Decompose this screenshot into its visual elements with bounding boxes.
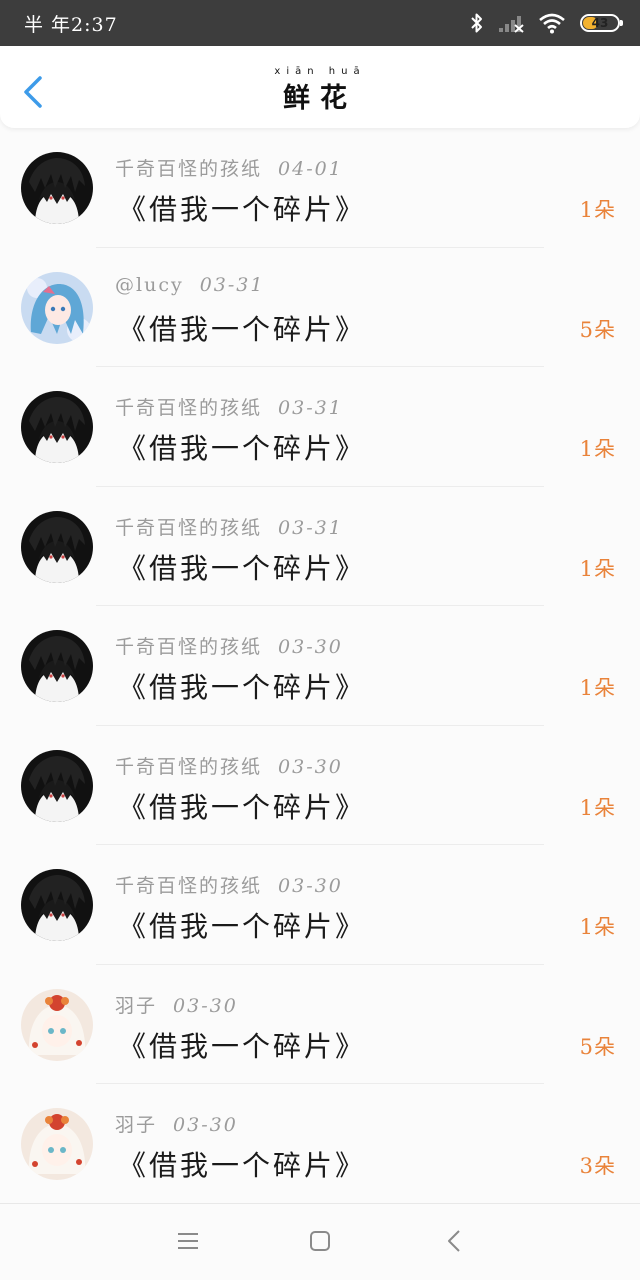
sender-line: 千奇百怪的孩纸 03-30: [115, 632, 343, 659]
dark-hair-avatar: [21, 391, 93, 463]
message-text: 《借我一个碎片》: [118, 193, 367, 226]
app-header: xiān huā 鲜花: [0, 46, 640, 128]
flower-count: 1朵: [579, 437, 616, 461]
status-icons: 43: [470, 10, 623, 36]
sender-date: 04-01: [278, 158, 343, 180]
menu-button[interactable]: [173, 1226, 203, 1256]
dark-hair-avatar: [21, 630, 93, 702]
flower-count: 5朵: [579, 317, 616, 342]
dark-hair-avatar: [21, 152, 93, 224]
system-nav-bar: [0, 1203, 640, 1280]
sender-name: 千奇百怪的孩纸: [115, 875, 263, 897]
list-item[interactable]: @lucy 03-31 《借我一个碎片》 5朵: [0, 248, 640, 367]
sender-name: 千奇百怪的孩纸: [115, 158, 263, 180]
menu-icon: [178, 1233, 198, 1249]
message-text: 《借我一个碎片》: [118, 1029, 367, 1063]
sender-date: 03-30: [173, 994, 238, 1017]
list-item[interactable]: 羽子 03-30 《借我一个碎片》 5朵: [0, 965, 640, 1084]
list-item[interactable]: 羽子 03-30 《借我一个碎片》 3朵: [0, 1084, 640, 1204]
sender-date: 03-31: [278, 516, 343, 539]
sender-line: 千奇百怪的孩纸 03-30: [115, 752, 343, 779]
flower-count: 1朵: [579, 198, 616, 222]
dark-hair-avatar: [21, 869, 93, 941]
home-square-icon: [310, 1231, 330, 1251]
sender-date: 03-30: [173, 1114, 238, 1136]
flower-count: 1朵: [579, 795, 616, 820]
back-triangle-icon: [448, 1230, 460, 1252]
avatar[interactable]: [21, 869, 93, 941]
list-item[interactable]: 千奇百怪的孩纸 03-30 《借我一个碎片》 1朵: [0, 606, 640, 726]
list-item[interactable]: 千奇百怪的孩纸 03-31 《借我一个碎片》 1朵: [0, 487, 640, 606]
sender-line: @lucy 03-31: [115, 274, 264, 296]
list-item[interactable]: 千奇百怪的孩纸 04-01 《借我一个碎片》 1朵: [0, 128, 640, 248]
message-text: 《借我一个碎片》: [118, 1149, 367, 1182]
flower-count: 5朵: [579, 1034, 616, 1059]
list-item[interactable]: 千奇百怪的孩纸 03-30 《借我一个碎片》 1朵: [0, 845, 640, 965]
sender-name: 羽子: [115, 1114, 158, 1136]
bluetooth-icon: [471, 13, 482, 33]
avatar[interactable]: [21, 152, 93, 224]
avatar[interactable]: [21, 988, 93, 1061]
message-text: 《借我一个碎片》: [118, 432, 367, 465]
battery-percent: 43: [591, 16, 609, 30]
sender-name: 千奇百怪的孩纸: [115, 516, 263, 539]
sender-date: 03-31: [199, 273, 265, 296]
sender-line: 羽子 03-30: [115, 1110, 238, 1137]
avatar[interactable]: [21, 1108, 93, 1180]
sender-name: @lucy: [115, 273, 184, 296]
home-button[interactable]: [305, 1226, 335, 1256]
sender-date: 03-30: [278, 636, 343, 658]
list-item[interactable]: 千奇百怪的孩纸 03-31 《借我一个碎片》 1朵: [0, 367, 640, 487]
sender-line: 千奇百怪的孩纸 04-01: [115, 154, 343, 181]
sender-name: 羽子: [115, 994, 158, 1017]
sender-date: 03-31: [278, 397, 343, 419]
flower-count: 1朵: [579, 676, 616, 700]
dark-hair-avatar: [21, 510, 93, 583]
sender-line: 千奇百怪的孩纸 03-30: [115, 871, 343, 898]
avatar[interactable]: [21, 271, 93, 344]
sender-date: 03-30: [278, 755, 343, 778]
signal-icon: [499, 16, 524, 33]
status-time: 半 年2:37: [24, 14, 118, 36]
flower-list: 千奇百怪的孩纸 04-01 《借我一个碎片》 1朵 @lucy 03-31 《借我一个碎片…: [0, 128, 640, 1204]
sender-name: 千奇百怪的孩纸: [115, 397, 263, 419]
sender-line: 羽子 03-30: [115, 991, 238, 1018]
battery-icon: 43: [580, 14, 623, 32]
dark-hair-avatar: [21, 749, 93, 822]
avatar[interactable]: [21, 391, 93, 463]
flower-count: 3朵: [579, 1154, 616, 1178]
system-back-button[interactable]: [440, 1226, 470, 1256]
message-text: 《借我一个碎片》: [118, 910, 367, 943]
blue-hair-avatar: [21, 271, 93, 344]
flower-count: 1朵: [579, 915, 616, 939]
status-bar: 半 年2:37 43: [0, 0, 640, 46]
list-item[interactable]: 千奇百怪的孩纸 03-30 《借我一个碎片》 1朵: [0, 726, 640, 845]
sender-name: 千奇百怪的孩纸: [115, 755, 263, 778]
avatar[interactable]: [21, 630, 93, 702]
avatar[interactable]: [21, 749, 93, 822]
wifi-icon: [539, 13, 565, 34]
white-hair-avatar: [21, 1108, 93, 1180]
message-text: 《借我一个碎片》: [118, 790, 367, 824]
sender-date: 03-30: [278, 875, 343, 897]
sender-line: 千奇百怪的孩纸 03-31: [115, 393, 343, 420]
sender-name: 千奇百怪的孩纸: [115, 636, 263, 658]
message-text: 《借我一个碎片》: [118, 551, 367, 585]
message-text: 《借我一个碎片》: [118, 312, 367, 346]
white-hair-avatar: [21, 988, 93, 1061]
flower-count: 1朵: [579, 556, 616, 581]
sender-line: 千奇百怪的孩纸 03-31: [115, 513, 343, 540]
avatar[interactable]: [21, 510, 93, 583]
message-text: 《借我一个碎片》: [118, 671, 367, 704]
page-title: 鲜花: [283, 83, 357, 114]
